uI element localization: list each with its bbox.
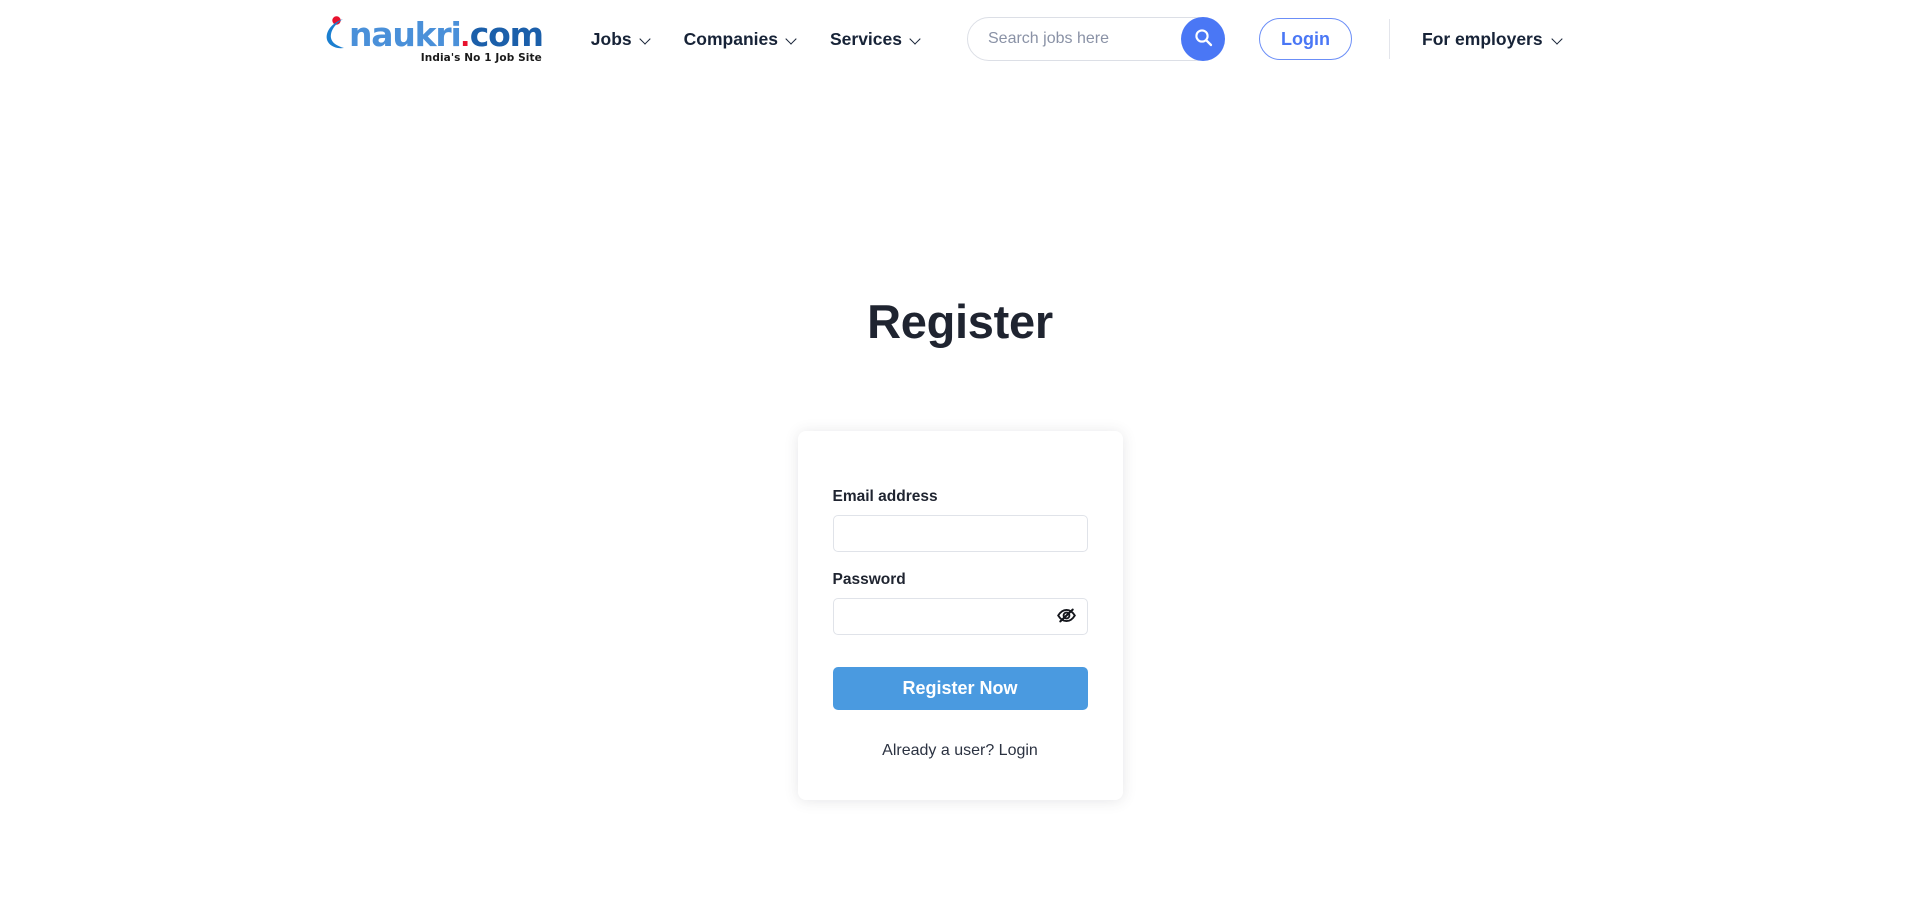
main-content: Register Email address Password Register…: [0, 78, 1920, 801]
password-field-wrapper: [832, 598, 1088, 636]
site-header: naukri . com India's No 1 Job Site Jobs …: [0, 0, 1920, 78]
logo-text-naukri: naukri: [349, 14, 462, 54]
header-divider: [1389, 19, 1390, 59]
search-icon: [1194, 28, 1213, 50]
page-title: Register: [867, 295, 1053, 348]
logo-text-com: com: [469, 14, 544, 54]
logo-wordmark: naukri . com: [322, 14, 544, 54]
job-search: [967, 17, 1225, 61]
already-user-login-link[interactable]: Already a user? Login: [833, 742, 1088, 760]
field-spacer: [833, 552, 1088, 571]
eye-off-icon: [1056, 605, 1077, 629]
nav-item-jobs[interactable]: Jobs: [591, 29, 652, 50]
nav-item-label: Services: [829, 28, 902, 49]
email-field[interactable]: [832, 515, 1088, 553]
for-employers-label: For employers: [1422, 28, 1543, 49]
chevron-down-icon: [911, 34, 922, 45]
chevron-down-icon: [641, 34, 652, 45]
toggle-password-visibility-button[interactable]: [1056, 606, 1078, 628]
password-field[interactable]: [832, 598, 1088, 636]
nav-item-services[interactable]: Services: [830, 29, 922, 50]
chevron-down-icon: [787, 34, 798, 45]
logo-tagline: India's No 1 Job Site: [420, 51, 542, 64]
primary-nav: Jobs Companies Services: [591, 29, 922, 50]
register-card: Email address Password Register Now Alre…: [797, 431, 1123, 801]
for-employers-menu[interactable]: For employers: [1422, 29, 1564, 50]
naukri-logo[interactable]: naukri . com India's No 1 Job Site: [322, 14, 544, 64]
login-button[interactable]: Login: [1259, 18, 1352, 60]
logo-swoosh-icon: [322, 15, 348, 51]
nav-item-label: Jobs: [590, 28, 632, 49]
nav-item-label: Companies: [683, 28, 778, 49]
register-now-button[interactable]: Register Now: [832, 667, 1088, 711]
logo-text-dot: .: [460, 15, 470, 53]
email-label: Email address: [832, 488, 938, 506]
chevron-down-icon: [1553, 34, 1564, 45]
search-input[interactable]: [967, 17, 1217, 61]
search-button[interactable]: [1181, 17, 1225, 61]
nav-item-companies[interactable]: Companies: [684, 29, 798, 50]
password-label: Password: [832, 571, 906, 589]
